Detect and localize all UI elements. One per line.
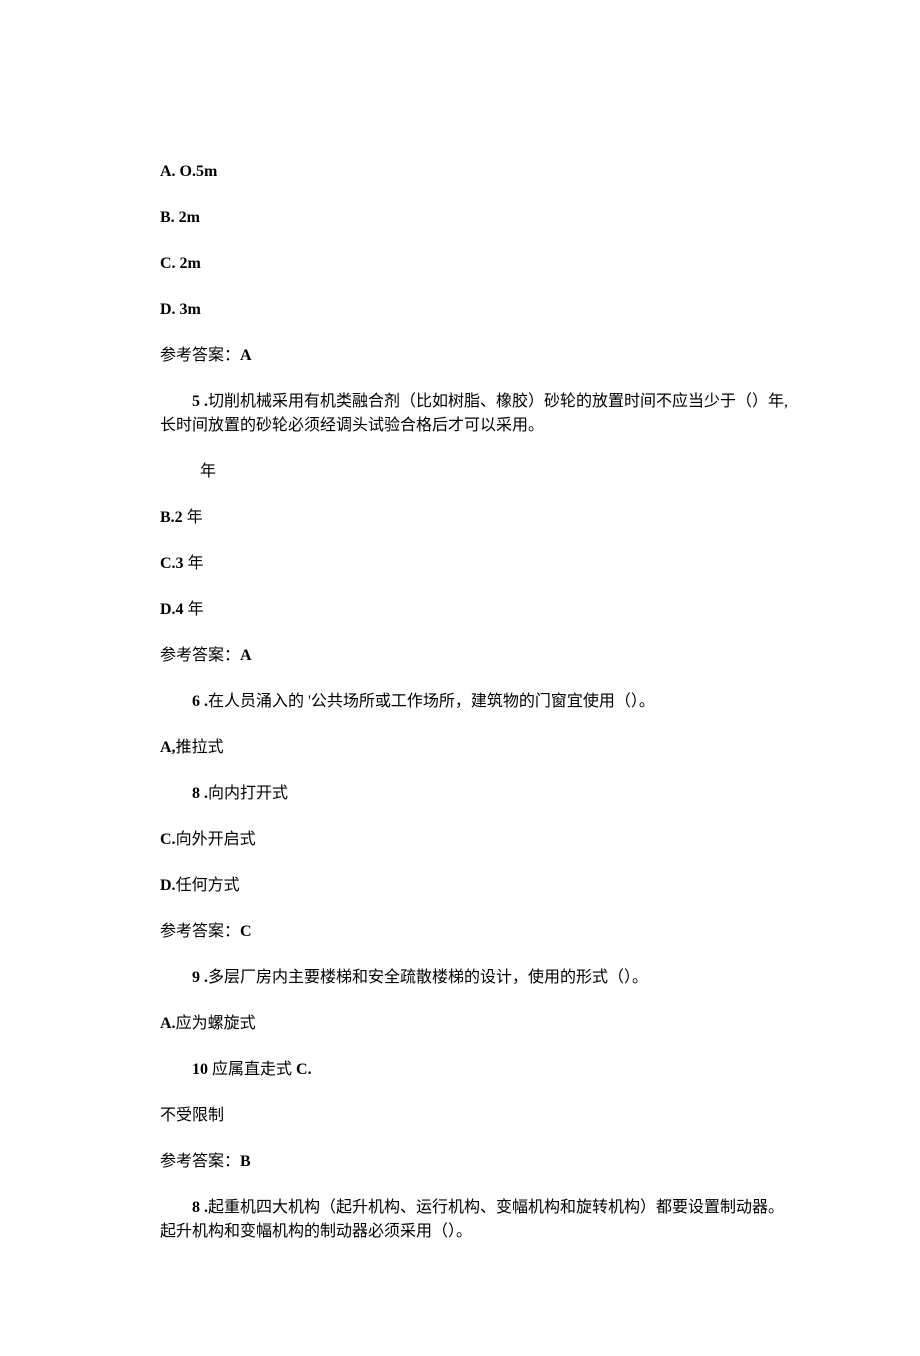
q4-answer: 参考答案：A bbox=[160, 344, 790, 368]
q5-option-b-unit: 年 bbox=[183, 509, 203, 526]
q5-option-b-label: B.2 bbox=[160, 509, 183, 526]
q6-option-a: A,推拉式 bbox=[160, 736, 790, 760]
q6-option-c-label: C. bbox=[160, 831, 176, 848]
q7-answer-value: B bbox=[240, 1153, 251, 1170]
q7-number: 9 . bbox=[192, 969, 208, 986]
q6-option-d: D.任何方式 bbox=[160, 874, 790, 898]
q6-option-a-label: A, bbox=[160, 739, 176, 756]
q4-option-a: A. O.5m bbox=[160, 160, 790, 184]
q6-answer: 参考答案：C bbox=[160, 920, 790, 944]
q4-option-b-text: B. 2m bbox=[160, 209, 200, 226]
q4-option-c: C. 2m bbox=[160, 252, 790, 276]
q5-answer-value: A bbox=[240, 647, 252, 664]
q5-option-b: B.2 年 bbox=[160, 506, 790, 530]
q8-number: 8 . bbox=[192, 1199, 208, 1216]
q6-number: 6 . bbox=[192, 693, 208, 710]
q5-option-a: 年 bbox=[160, 460, 790, 484]
q5-option-d-label: D.4 bbox=[160, 601, 184, 618]
q5-option-c-label: C.3 bbox=[160, 555, 184, 572]
q6-stem: 6 .在人员涌入的 '公共场所或工作场所，建筑物的门窗宜使用（）。 bbox=[160, 690, 790, 714]
q7-option-b: 10 应属直走式 C. bbox=[160, 1058, 790, 1082]
document-page: A. O.5m B. 2m C. 2m D. 3m 参考答案：A 5 .切削机械… bbox=[0, 0, 920, 1356]
q5-stem: 5 .切削机械采用有机类融合剂（比如树脂、橡胶）砂轮的放置时间不应当少于（）年,… bbox=[160, 390, 790, 438]
q7-option-b-text: 应属直走式 bbox=[208, 1061, 296, 1078]
q5-answer-label: 参考答案： bbox=[160, 647, 240, 664]
q4-option-b: B. 2m bbox=[160, 206, 790, 230]
q6-answer-label: 参考答案： bbox=[160, 923, 240, 940]
q5-answer: 参考答案：A bbox=[160, 644, 790, 668]
q6-option-b-label: 8 . bbox=[192, 785, 208, 802]
q5-text: 切削机械采用有机类融合剂（比如树脂、橡胶）砂轮的放置时间不应当少于（）年, 长时… bbox=[160, 393, 788, 434]
q8-stem: 8 .起重机四大机构（起升机构、运行机构、变幅机构和旋转机构）都要设置制动器。起… bbox=[160, 1196, 790, 1244]
q6-option-b: 8 .向内打开式 bbox=[160, 782, 790, 806]
q7-option-a-label: A. bbox=[160, 1015, 176, 1032]
q4-option-a-text: A. O.5m bbox=[160, 163, 217, 180]
q4-answer-label: 参考答案： bbox=[160, 347, 240, 364]
q6-text: 在人员涌入的 '公共场所或工作场所，建筑物的门窗宜使用（）。 bbox=[208, 693, 655, 710]
q4-option-d-text: D. 3m bbox=[160, 301, 201, 318]
q6-answer-value: C bbox=[240, 923, 252, 940]
q4-option-d: D. 3m bbox=[160, 298, 790, 322]
q7-answer-label: 参考答案： bbox=[160, 1153, 240, 1170]
q6-option-d-text: 任何方式 bbox=[176, 877, 240, 894]
q7-stem: 9 .多层厂房内主要楼梯和安全疏散楼梯的设计，使用的形式（）。 bbox=[160, 966, 790, 990]
q4-answer-value: A bbox=[240, 347, 252, 364]
q5-option-d: D.4 年 bbox=[160, 598, 790, 622]
q8-text: 起重机四大机构（起升机构、运行机构、变幅机构和旋转机构）都要设置制动器。起升机构… bbox=[160, 1199, 784, 1240]
q5-option-d-unit: 年 bbox=[184, 601, 204, 618]
q7-text: 多层厂房内主要楼梯和安全疏散楼梯的设计，使用的形式（）。 bbox=[208, 969, 648, 986]
q6-option-c: C.向外开启式 bbox=[160, 828, 790, 852]
q4-option-c-text: C. 2m bbox=[160, 255, 201, 272]
q5-number: 5 . bbox=[192, 393, 208, 410]
q7-option-a: A.应为螺旋式 bbox=[160, 1012, 790, 1036]
q6-option-c-text: 向外开启式 bbox=[176, 831, 256, 848]
q7-option-c: 不受限制 bbox=[160, 1104, 790, 1128]
q5-option-c-unit: 年 bbox=[184, 555, 204, 572]
q7-option-a-text: 应为螺旋式 bbox=[176, 1015, 256, 1032]
q6-option-d-label: D. bbox=[160, 877, 176, 894]
q6-option-b-text: 向内打开式 bbox=[208, 785, 288, 802]
q7-option-c-text: 不受限制 bbox=[160, 1107, 224, 1124]
q5-option-a-text: 年 bbox=[200, 463, 216, 480]
q7-option-b-label: 10 bbox=[192, 1061, 208, 1078]
q6-option-a-text: 推拉式 bbox=[176, 739, 224, 756]
q7-answer: 参考答案：B bbox=[160, 1150, 790, 1174]
q5-option-c: C.3 年 bbox=[160, 552, 790, 576]
q7-option-b-trail: C. bbox=[296, 1061, 312, 1078]
